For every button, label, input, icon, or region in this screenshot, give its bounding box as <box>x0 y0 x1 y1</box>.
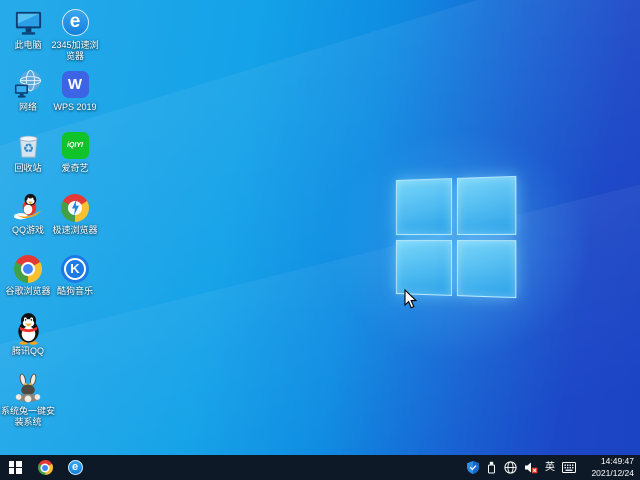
desktop-icon-kugou-music[interactable]: K 酷狗音乐 <box>47 252 103 297</box>
desktop-icon-label: 谷歌浏览器 <box>5 286 51 296</box>
desktop-icon-label: 极速浏览器 <box>52 225 98 235</box>
security-shield-icon[interactable] <box>467 461 479 474</box>
recycle-bin-icon: ♻ <box>12 129 45 162</box>
desktop-icon-system-rabbit[interactable]: 系统兔一键安装系统 <box>0 372 56 429</box>
speed-browser-icon <box>59 191 92 224</box>
touch-keyboard-icon[interactable] <box>562 462 576 473</box>
windows-logo-pane <box>395 239 452 296</box>
tencent-qq-icon <box>12 312 45 345</box>
desktop-icon-label: WPS 2019 <box>53 102 97 112</box>
wps-icon: W <box>59 68 92 101</box>
desktop-icon-wps-2019[interactable]: W WPS 2019 <box>47 68 103 113</box>
volume-muted-icon[interactable] <box>524 461 538 474</box>
windows-logo-pane <box>395 178 452 235</box>
start-button[interactable] <box>0 455 30 480</box>
desktop-icon-label: QQ游戏 <box>11 225 44 235</box>
desktop-icon-label: 此电脑 <box>14 40 42 50</box>
desktop-icon-label: 回收站 <box>14 163 42 173</box>
chrome-taskbar-button[interactable] <box>30 455 60 480</box>
usb-eject-icon[interactable] <box>486 461 497 474</box>
2345-browser-icon: e <box>67 460 83 475</box>
system-tray: 英 14:49:47 2021/12/24 <box>467 456 640 478</box>
chrome-icon <box>12 252 45 285</box>
svg-text:♻: ♻ <box>22 141 33 155</box>
desktop-icon-label: 2345加速浏览器 <box>51 40 99 62</box>
windows-start-icon <box>8 461 22 474</box>
desktop-icon-label: 网络 <box>18 102 37 112</box>
clock-date: 2021/12/24 <box>591 467 634 478</box>
windows-logo <box>395 175 517 299</box>
taskbar-clock[interactable]: 14:49:47 2021/12/24 <box>583 456 637 478</box>
this-pc-icon <box>12 6 45 39</box>
windows-logo-pane <box>456 175 517 235</box>
system-rabbit-icon <box>12 372 45 405</box>
network-globe-icon[interactable] <box>504 461 517 474</box>
desktop-icon-label: 腾讯QQ <box>11 346 44 356</box>
desktop-icon-label: 爱奇艺 <box>61 163 89 173</box>
desktop-icon-label: 系统兔一键安装系统 <box>0 406 55 428</box>
2345-browser-icon: e <box>59 6 92 39</box>
iqiyi-icon: iQIYI <box>59 129 92 162</box>
qq-games-icon <box>12 191 45 224</box>
windows-desktop: 此电脑 网络 ♻ 回收站 QQ游戏 谷歌浏览器 腾讯QQ 系统兔一键安装系统 e… <box>0 0 640 480</box>
desktop-icon-speed-browser[interactable]: 极速浏览器 <box>47 191 103 236</box>
windows-logo-pane <box>456 239 517 299</box>
desktop-icon-tencent-qq[interactable]: 腾讯QQ <box>0 312 56 357</box>
desktop-icon-2345-browser[interactable]: e 2345加速浏览器 <box>47 6 103 63</box>
network-icon <box>12 68 45 101</box>
chrome-icon <box>37 460 53 475</box>
clock-time: 14:49:47 <box>600 456 634 467</box>
kugou-icon: K <box>59 252 92 285</box>
desktop-icon-iqiyi[interactable]: iQIYI 爱奇艺 <box>47 129 103 174</box>
desktop-icon-label: 酷狗音乐 <box>56 286 93 296</box>
2345-taskbar-button[interactable]: e <box>60 455 90 480</box>
taskbar: e 英 14:49:47 2021/12/24 <box>0 455 640 480</box>
ime-indicator[interactable]: 英 <box>545 462 555 473</box>
